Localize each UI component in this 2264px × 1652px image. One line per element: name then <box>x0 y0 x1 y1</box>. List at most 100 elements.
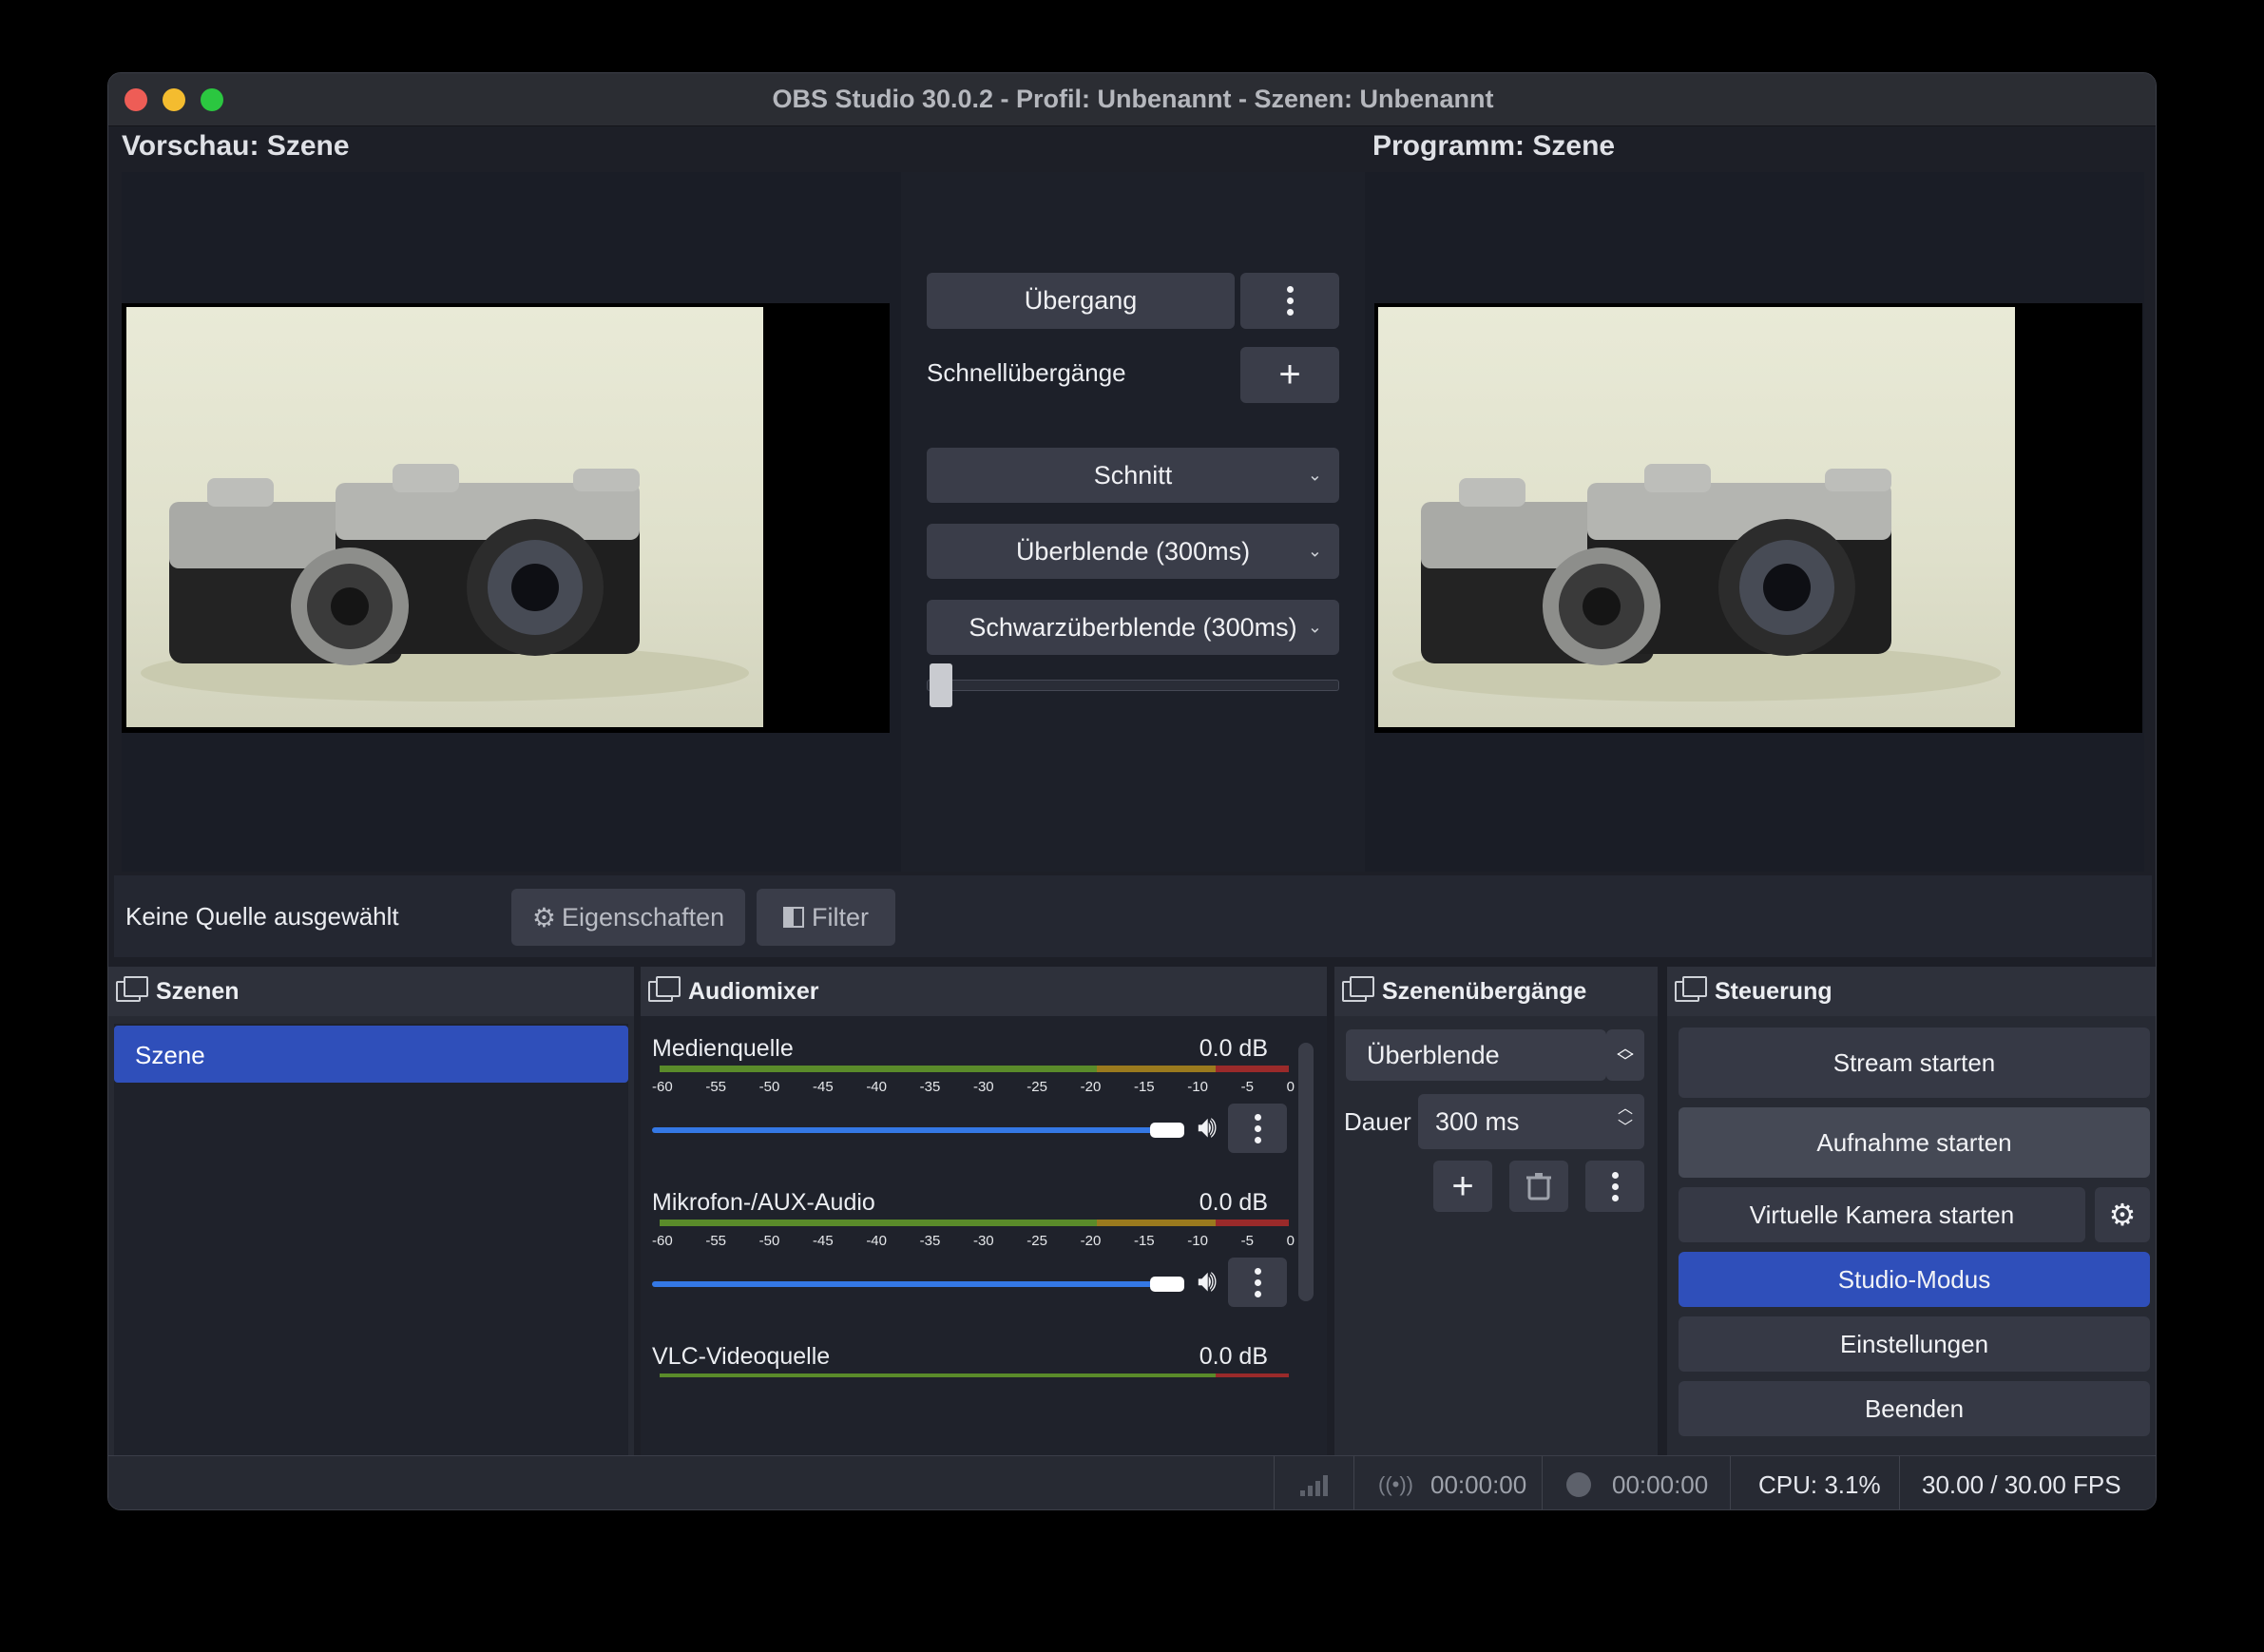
quick-transition-fade-to-black[interactable]: Schwarzüberblende (300ms) ⌄ <box>927 600 1339 655</box>
record-dot-icon <box>1566 1472 1591 1497</box>
chevron-down-icon: ⌄ <box>1307 617 1322 637</box>
gear-icon: ⚙ <box>531 902 556 932</box>
volume-slider-handle[interactable] <box>1150 1277 1184 1292</box>
scenes-list: Szene <box>114 1024 628 1478</box>
channel-menu-icon[interactable] <box>1228 1258 1287 1307</box>
remove-transition-trash-icon[interactable] <box>1509 1161 1568 1212</box>
status-separator <box>1899 1456 1900 1509</box>
scale-tick: -45 <box>812 1079 834 1095</box>
signal-bars-icon <box>1300 1473 1328 1496</box>
controls-dock-header: Steuerung <box>1667 967 2156 1016</box>
undock-icon[interactable] <box>1342 976 1374 1002</box>
speaker-icon[interactable]: 🔊︎ <box>1198 1263 1217 1299</box>
scene-transitions-dock: Szenenübergänge Überblende ︿ ﹀ Dauer 300 … <box>1334 967 1658 1509</box>
volume-slider[interactable] <box>652 1127 1163 1133</box>
scale-tick: 0 <box>1286 1079 1295 1095</box>
undock-icon[interactable] <box>116 976 148 1002</box>
tbar-handle[interactable] <box>930 663 952 707</box>
scale-tick: -20 <box>1080 1079 1102 1095</box>
scale-tick: -40 <box>866 1079 887 1095</box>
camera-photo-icon <box>1392 464 2001 701</box>
add-transition-plus-icon[interactable]: + <box>1433 1161 1492 1212</box>
quick-transitions-label: Schnellübergänge <box>927 358 1126 387</box>
speaker-icon[interactable]: 🔊︎ <box>1198 1109 1217 1145</box>
stream-time: 00:00:00 <box>1430 1470 1527 1499</box>
volume-slider-handle[interactable] <box>1150 1123 1184 1138</box>
studio-mode-button[interactable]: Studio-Modus <box>1679 1252 2150 1307</box>
channel-name: Medienquelle <box>652 1035 794 1062</box>
stream-status: ((•)) 00:00:00 <box>1378 1470 1526 1500</box>
channel-db: 0.0 dB <box>1199 1035 1268 1062</box>
no-source-label: Keine Quelle ausgewählt <box>125 902 399 931</box>
list-item[interactable]: Szene <box>114 1026 628 1083</box>
filter-label: Filter <box>812 902 869 932</box>
program-image <box>1378 307 2015 727</box>
undock-icon[interactable] <box>648 976 681 1002</box>
scale-tick: 0 <box>1286 1233 1295 1249</box>
channel-db: 0.0 dB <box>1199 1343 1268 1370</box>
transition-button[interactable]: Übergang <box>927 273 1235 329</box>
audiomixer-dock: Audiomixer Medienquelle 0.0 dB -60 -55 -50… <box>641 967 1327 1509</box>
channel-name: Mikrofon-/AUX-Audio <box>652 1189 875 1216</box>
transition-select[interactable]: Überblende <box>1346 1029 1606 1081</box>
scale-tick: -50 <box>758 1079 780 1095</box>
obs-window: OBS Studio 30.0.2 - Profil: Unbenannt - … <box>107 72 2157 1510</box>
transition-select-stepper-icon[interactable]: ︿ ﹀ <box>1606 1029 1644 1081</box>
volume-slider[interactable] <box>652 1281 1163 1287</box>
quick-transition-label: Schwarzüberblende (300ms) <box>969 612 1297 642</box>
channel-meter <box>660 1373 1289 1377</box>
quick-transition-fade[interactable]: Überblende (300ms) ⌄ <box>927 524 1339 579</box>
scale-tick: -35 <box>919 1233 941 1249</box>
quick-transition-label: Überblende (300ms) <box>1015 536 1251 566</box>
exit-button[interactable]: Beenden <box>1679 1381 2150 1436</box>
program-canvas[interactable] <box>1365 172 2144 872</box>
scenes-dock: Szenen Szene + <box>108 967 634 1509</box>
transition-properties-menu-icon[interactable] <box>1585 1161 1644 1212</box>
status-separator <box>1274 1456 1275 1509</box>
scene-name: Szene <box>135 1041 205 1069</box>
transition-tbar[interactable] <box>927 663 1339 707</box>
audiomixer-scrollbar[interactable] <box>1298 1043 1314 1301</box>
title-bar: OBS Studio 30.0.2 - Profil: Unbenannt - … <box>108 73 2156 126</box>
scale-tick: -5 <box>1240 1233 1254 1249</box>
scale-tick: -60 <box>652 1233 673 1249</box>
settings-button[interactable]: Einstellungen <box>1679 1316 2150 1372</box>
transition-menu-icon[interactable] <box>1240 273 1339 329</box>
channel-meter <box>660 1066 1289 1072</box>
fps-counter: 30.00 / 30.00 FPS <box>1922 1470 2121 1499</box>
channel-db: 0.0 dB <box>1199 1189 1268 1216</box>
scenes-title: Szenen <box>156 977 240 1005</box>
start-virtual-camera-button[interactable]: Virtuelle Kamera starten <box>1679 1187 2085 1242</box>
transition-select-value: Überblende <box>1367 1040 1500 1069</box>
duration-spinbox[interactable]: 300 ms ︿ ﹀ <box>1418 1094 1644 1149</box>
filter-button[interactable]: Filter <box>757 889 895 946</box>
audiomixer-title: Audiomixer <box>688 977 819 1005</box>
transition-center-panel: Übergang Schnellübergänge + Schnitt ⌄ Üb… <box>901 172 1365 872</box>
scale-tick: -60 <box>652 1079 673 1095</box>
camera-photo-icon <box>141 464 749 701</box>
scale-tick: -25 <box>1026 1233 1047 1249</box>
meter-scale: -60 -55 -50 -45 -40 -35 -30 -25 -20 -15 -10 -5 0 <box>652 1079 1295 1095</box>
properties-button[interactable]: ⚙ Eigenschaften <box>511 889 745 946</box>
window-title: OBS Studio 30.0.2 - Profil: Unbenannt - … <box>772 85 1494 113</box>
record-status: 00:00:00 <box>1566 1470 1708 1500</box>
spin-arrows-icon[interactable]: ︿ ﹀ <box>1618 1100 1633 1138</box>
undock-icon[interactable] <box>1675 976 1707 1002</box>
quick-transition-cut[interactable]: Schnitt ⌄ <box>927 448 1339 503</box>
channel-name: VLC-Videoquelle <box>652 1343 831 1370</box>
virtual-camera-gear-icon[interactable]: ⚙ <box>2095 1187 2150 1242</box>
add-quick-transition-plus-icon[interactable]: + <box>1240 347 1339 403</box>
properties-label: Eigenschaften <box>561 902 725 932</box>
channel-menu-icon[interactable] <box>1228 1104 1287 1153</box>
status-bar: ((•)) 00:00:00 00:00:00 CPU: 3.1% 30.00 … <box>108 1455 2156 1509</box>
scale-tick: -45 <box>812 1233 834 1249</box>
scale-tick: -50 <box>758 1233 780 1249</box>
start-stream-button[interactable]: Stream starten <box>1679 1028 2150 1098</box>
preview-image <box>126 307 763 727</box>
scene-transitions-dock-header: Szenenübergänge <box>1334 967 1658 1016</box>
scale-tick: -55 <box>705 1079 727 1095</box>
broadcast-icon: ((•)) <box>1378 1472 1414 1496</box>
start-recording-button[interactable]: Aufnahme starten <box>1679 1107 2150 1178</box>
audiomixer-channels: Medienquelle 0.0 dB -60 -55 -50 -45 -40 -35 -3… <box>641 1016 1327 1465</box>
preview-canvas[interactable] <box>122 172 901 872</box>
